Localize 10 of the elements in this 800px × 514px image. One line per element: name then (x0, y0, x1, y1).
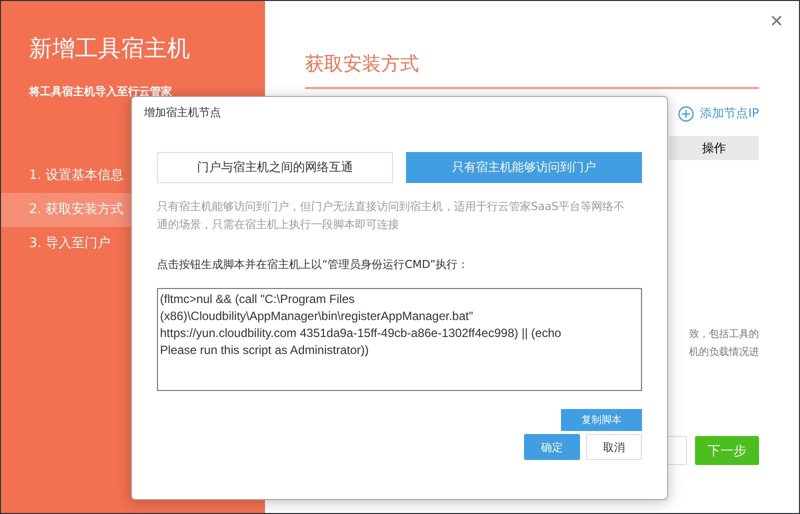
instruction-text: 点击按钮生成脚本并在宿主机上以“管理员身份运行CMD”执行： (157, 257, 470, 272)
column-header: 操作 (669, 136, 759, 160)
link-label: 添加节点IP (700, 105, 759, 122)
note-text: 机的负载情况进 (689, 346, 759, 360)
note-text: 致，包括工具的 (689, 328, 759, 342)
wizard-subtitle: 将工具宿主机导入至行云管家 (29, 84, 173, 99)
wizard-title: 新增工具宿主机 (29, 35, 191, 64)
section-heading: 获取安装方式 (305, 51, 759, 89)
dialog-title: 增加宿主机节点 (144, 105, 222, 120)
description-text: 只有宿主机能够访问到门户，但门户无法直接访问到宿主机，适用于行云管家SaaS平台等网络不通的场景，只需在宿主机上执行一段脚本即可连接 (157, 199, 626, 233)
